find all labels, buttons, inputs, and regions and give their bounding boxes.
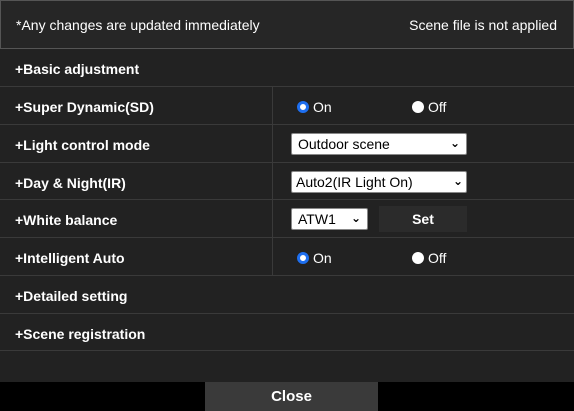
sd-on-label: On [313,99,332,115]
close-button[interactable]: Close [205,382,378,411]
iauto-off-radio[interactable]: Off [412,250,446,266]
radio-unselected-icon [412,101,424,113]
basic-adjustment-link[interactable]: +Basic adjustment [15,61,139,77]
white-balance-value: ATW1 [298,211,336,227]
row-scene-registration[interactable]: +Scene registration [0,314,574,351]
update-notice: *Any changes are updated immediately [16,17,260,33]
row-intelligent-auto: +Intelligent Auto On Off [0,238,574,276]
scene-status: Scene file is not applied [409,17,557,33]
radio-selected-icon [297,101,309,113]
chevron-down-icon: ⌄ [449,136,460,150]
radio-selected-icon [297,252,309,264]
sd-on-radio[interactable]: On [297,99,332,115]
divider [272,238,273,275]
sd-off-label: Off [428,99,447,115]
footer-spacer [0,351,574,382]
iauto-on-radio[interactable]: On [297,250,332,266]
white-balance-label: +White balance [15,212,118,228]
divider [272,163,273,199]
scene-registration-link[interactable]: +Scene registration [15,326,145,342]
chevron-down-icon: ⌄ [350,211,361,225]
radio-unselected-icon [412,252,424,264]
detailed-setting-link[interactable]: +Detailed setting [15,288,127,304]
header-bar: *Any changes are updated immediately Sce… [0,0,574,49]
row-day-night: +Day & Night(IR) Auto2(IR Light On) ⌄ [0,163,574,200]
intelligent-auto-label: +Intelligent Auto [15,250,125,266]
divider [272,125,273,162]
row-basic-adjustment[interactable]: +Basic adjustment [0,49,574,87]
image-adjust-panel: *Any changes are updated immediately Sce… [0,0,574,411]
set-button[interactable]: Set [379,206,467,232]
divider [272,200,273,237]
day-night-select[interactable]: Auto2(IR Light On) ⌄ [291,171,467,193]
chevron-down-icon: ⌄ [452,174,463,188]
row-light-control: +Light control mode Outdoor scene ⌄ [0,125,574,163]
day-night-value: Auto2(IR Light On) [296,174,413,190]
sd-off-radio[interactable]: Off [412,99,446,115]
row-super-dynamic: +Super Dynamic(SD) On Off [0,87,574,125]
light-control-label: +Light control mode [15,137,150,153]
row-detailed-setting[interactable]: +Detailed setting [0,276,574,314]
day-night-label: +Day & Night(IR) [15,175,126,191]
light-control-value: Outdoor scene [298,136,390,152]
white-balance-select[interactable]: ATW1 ⌄ [291,208,368,230]
iauto-on-label: On [313,250,332,266]
iauto-off-label: Off [428,250,447,266]
super-dynamic-label: +Super Dynamic(SD) [15,99,154,115]
divider [272,87,273,124]
light-control-select[interactable]: Outdoor scene ⌄ [291,133,467,155]
row-white-balance: +White balance ATW1 ⌄ Set [0,200,574,238]
